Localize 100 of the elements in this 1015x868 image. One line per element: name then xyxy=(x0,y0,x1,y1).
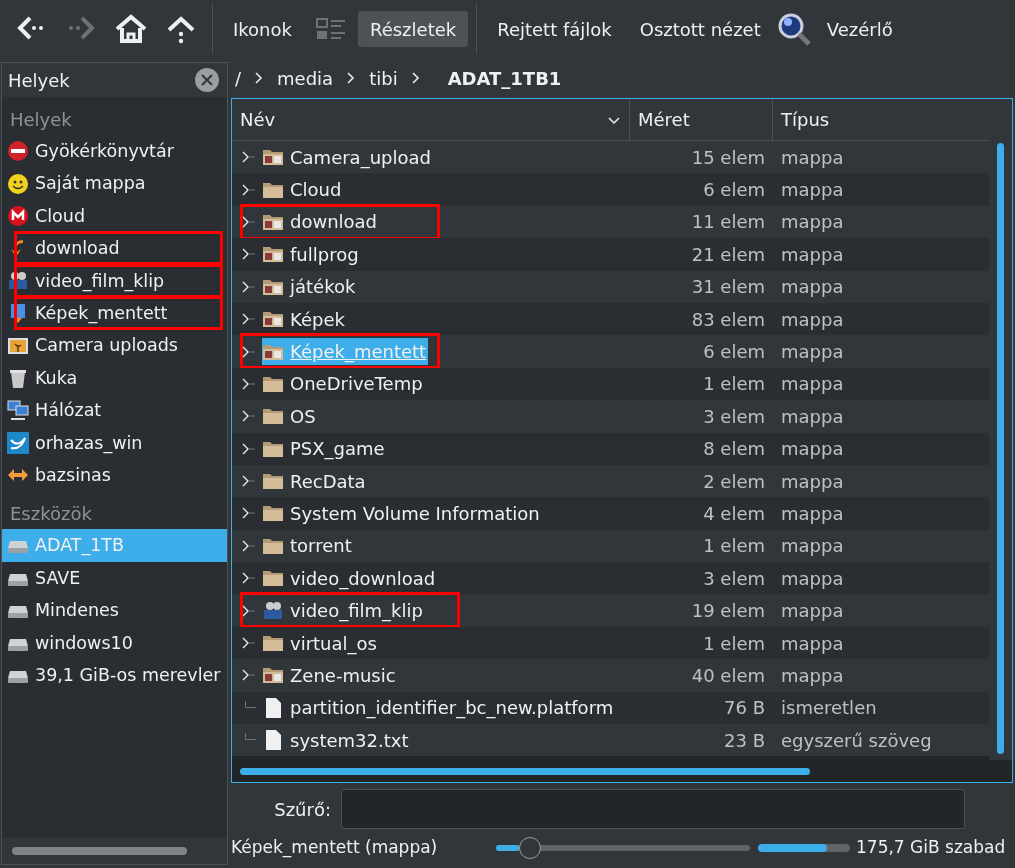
home-icon[interactable] xyxy=(114,13,148,45)
expand-chevron-icon[interactable] xyxy=(240,538,256,553)
size-cell-text: 21 elem xyxy=(690,242,766,267)
place-item[interactable]: Mindenes xyxy=(2,594,227,627)
file-name[interactable]: video_film_klip xyxy=(262,597,425,625)
place-item[interactable]: Saját mappa xyxy=(2,167,227,200)
expand-chevron-icon[interactable] xyxy=(240,279,256,294)
place-item[interactable]: SAVE xyxy=(2,561,227,595)
scrollbar-handle[interactable] xyxy=(12,847,187,855)
expand-chevron-icon[interactable] xyxy=(240,409,256,424)
expand-chevron-icon[interactable] xyxy=(240,474,256,489)
place-item[interactable]: bazsinas xyxy=(2,458,227,492)
file-name[interactable]: video_download xyxy=(262,564,438,592)
size-cell-text: 1 elem xyxy=(702,631,766,656)
file-name[interactable]: fullprog xyxy=(262,240,361,268)
place-item[interactable]: Gyökérkönyvtár xyxy=(2,135,227,168)
scrollbar-handle[interactable] xyxy=(240,767,810,775)
type-cell-text: mappa xyxy=(780,372,845,397)
toolbar-button[interactable]: Osztott nézet xyxy=(627,11,773,47)
size-cell-text: 4 elem xyxy=(702,502,766,526)
expand-chevron-icon[interactable] xyxy=(240,441,256,456)
file-name[interactable]: PSX_game xyxy=(262,435,387,463)
no-entry-icon xyxy=(7,140,29,163)
type-cell-text: mappa xyxy=(780,502,845,526)
type-cell-text: mappa xyxy=(780,340,845,365)
type-cell-text: mappa xyxy=(780,631,845,656)
type-cell-text: mappa xyxy=(780,534,845,559)
size-cell-text: 19 elem xyxy=(690,599,766,624)
type-cell-text: mappa xyxy=(780,178,845,203)
file-name[interactable]: OneDriveTemp xyxy=(262,370,425,398)
free-space-text: 175,7 GiB szabad xyxy=(856,836,1006,860)
file-name[interactable]: system32.txt xyxy=(262,726,411,754)
file-name[interactable]: Képek xyxy=(262,305,347,333)
type-cell-text: mappa xyxy=(780,242,845,267)
expand-chevron-icon[interactable] xyxy=(240,636,256,651)
file-name[interactable]: Cloud xyxy=(262,176,344,204)
type-cell-text: mappa xyxy=(780,275,845,300)
expand-chevron-icon[interactable] xyxy=(240,668,256,683)
size-cell-text: 2 elem xyxy=(702,469,766,494)
tree-line xyxy=(245,733,256,741)
filter-field[interactable] xyxy=(341,789,965,829)
size-cell-text: 23 B xyxy=(723,728,766,753)
place-item[interactable]: video_film_klip xyxy=(2,264,227,297)
file-name[interactable]: Zene-music xyxy=(262,661,398,689)
expand-chevron-icon[interactable] xyxy=(240,312,256,327)
expand-chevron-icon[interactable] xyxy=(240,571,256,586)
expand-chevron-icon[interactable] xyxy=(240,182,256,197)
size-cell-text: 15 elem xyxy=(690,145,766,170)
scrollbar-handle[interactable] xyxy=(997,143,1004,754)
file-name[interactable]: System Volume Information xyxy=(262,500,542,527)
type-cell-text: mappa xyxy=(780,404,845,429)
column-header[interactable]: Típus xyxy=(773,99,989,140)
film-camera-icon xyxy=(262,599,284,622)
expand-chevron-icon[interactable] xyxy=(240,506,256,521)
slider-thumb[interactable] xyxy=(518,837,541,859)
file-name[interactable]: download xyxy=(262,208,380,236)
close-icon[interactable] xyxy=(195,68,219,92)
file-name[interactable]: játékok xyxy=(262,273,358,301)
place-item[interactable]: Cloud xyxy=(2,199,227,233)
section-heading: Eszközök xyxy=(9,501,93,526)
breadcrumb-link[interactable]: ADAT_1TB1 xyxy=(447,64,562,92)
file-name[interactable]: OS xyxy=(262,402,318,430)
type-cell-text: mappa xyxy=(780,437,845,462)
file-name[interactable]: partition_identifier_bc_new.platform xyxy=(262,694,616,722)
place-item[interactable]: windows10 xyxy=(2,626,227,659)
place-item[interactable]: Hálózat xyxy=(2,394,227,427)
zoom-slider[interactable] xyxy=(496,836,750,860)
type-cell-text: egyszerű szöveg xyxy=(780,728,933,753)
place-item[interactable]: 39,1 GiB-os merevler xyxy=(2,658,227,692)
size-cell-text: 31 elem xyxy=(690,275,766,300)
toolbar-button[interactable]: Részletek xyxy=(357,11,469,47)
toolbar-button[interactable]: Rejtett fájlok xyxy=(485,11,624,47)
toolbar-button[interactable]: Ikonok xyxy=(221,11,304,47)
expand-chevron-icon[interactable] xyxy=(240,214,256,229)
type-cell-text: mappa xyxy=(780,599,845,624)
search-icon[interactable] xyxy=(776,12,811,46)
expand-chevron-icon[interactable] xyxy=(240,247,256,262)
place-item[interactable]: Képek_mentett xyxy=(2,296,227,330)
column-header[interactable]: Név xyxy=(232,99,630,140)
place-item[interactable]: Kuka xyxy=(2,361,227,395)
breadcrumb-link[interactable]: tibi xyxy=(369,64,398,92)
m-logo-icon xyxy=(7,204,29,227)
column-header[interactable]: Méret xyxy=(630,99,773,140)
expand-chevron-icon[interactable] xyxy=(240,150,256,165)
place-item[interactable]: Camera uploads xyxy=(2,329,227,362)
file-name[interactable]: torrent xyxy=(262,532,354,560)
breadcrumb-link[interactable]: media xyxy=(277,64,334,92)
file-name[interactable]: Camera_upload xyxy=(262,143,433,171)
film-camera-icon xyxy=(7,269,29,292)
file-name[interactable]: RecData xyxy=(262,467,368,495)
file-name[interactable]: virtual_os xyxy=(262,629,379,657)
expand-chevron-icon[interactable] xyxy=(240,344,256,359)
expand-chevron-icon[interactable] xyxy=(240,603,256,618)
type-cell-text: mappa xyxy=(780,663,845,688)
place-item[interactable]: orhazas_win xyxy=(2,426,227,459)
breadcrumb-link[interactable]: / xyxy=(235,64,242,92)
expand-chevron-icon[interactable] xyxy=(240,376,256,391)
type-cell-text: mappa xyxy=(780,210,845,235)
place-item[interactable]: download xyxy=(2,232,227,265)
toolbar-button[interactable]: Vezérlő xyxy=(814,11,905,47)
